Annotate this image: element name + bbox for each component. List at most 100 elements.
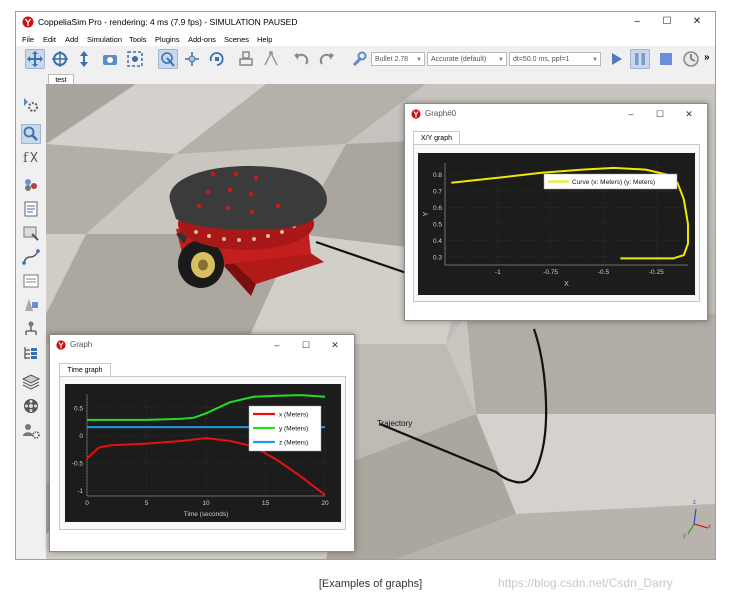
x-tick-label: -0.75 (543, 269, 558, 276)
time-graph-close-button[interactable]: ✕ (327, 338, 343, 352)
physics-engine-button[interactable] (349, 49, 369, 69)
path-edit-button[interactable] (21, 248, 41, 266)
shift-arrows-icon (80, 51, 88, 67)
camera-rotate-button[interactable] (50, 49, 70, 69)
watermark-text: https://blog.csdn.net/Csdn_Darry (498, 576, 673, 590)
list-settings-icon (23, 274, 39, 288)
tab-time-graph[interactable]: Time graph (59, 363, 111, 377)
x-tick-label: -0.25 (649, 269, 664, 276)
menu-add-ons[interactable]: Add-ons (188, 35, 216, 44)
y-tick-label: 0.6 (433, 205, 442, 212)
engine-select[interactable]: Bullet 2.78 ▼ (371, 52, 425, 66)
time-legend-label: x (Meters) (279, 412, 308, 419)
x-tick-label: 5 (145, 500, 149, 507)
object-rotate-button[interactable] (207, 49, 227, 69)
time-graph-maximize-button[interactable]: ☐ (298, 338, 314, 352)
start-simulation-button[interactable] (606, 49, 626, 69)
transfer-dna-button[interactable] (261, 49, 281, 69)
xy-legend-label: Curve (x: Meters) (y: Meters) (572, 179, 655, 186)
click-select-button[interactable] (158, 49, 178, 69)
xy-plot-area: -1 -0.75 -0.5 -0.25 0.8 0.7 0.6 0.5 0.4 0.3 X Y Curv… (418, 153, 695, 295)
xy-graph-minimize-button[interactable]: – (623, 107, 639, 121)
real-time-button[interactable] (681, 49, 701, 69)
camera-opening-button[interactable] (100, 49, 120, 69)
menu-scenes[interactable]: Scenes (224, 35, 249, 44)
video-recorder-button[interactable] (21, 397, 41, 415)
gear-icon (24, 98, 38, 112)
wrench-icon (352, 51, 367, 67)
play-icon (612, 53, 622, 65)
menu-file[interactable]: File (22, 35, 34, 44)
pause-simulation-button[interactable] (630, 49, 650, 69)
path-icon (22, 249, 40, 265)
camera-pan-button[interactable] (25, 49, 45, 69)
minimize-button[interactable]: – (627, 15, 647, 29)
toolbar-overflow-button[interactable]: » (704, 52, 710, 63)
object-list-button[interactable] (21, 344, 41, 362)
fit-to-view-button[interactable] (125, 49, 145, 69)
timestep-select[interactable]: dt=50.0 ms, ppf=1 ▼ (509, 52, 601, 66)
undo-button[interactable] (291, 49, 311, 69)
script-icon (24, 201, 38, 217)
accuracy-select[interactable]: Accurate (default) ▼ (427, 52, 507, 66)
svg-text:f: f (23, 151, 29, 166)
accuracy-value: Accurate (default) (431, 56, 487, 63)
x-tick-label: -0.5 (598, 269, 610, 276)
close-button[interactable]: ✕ (687, 15, 707, 29)
assemble-button[interactable] (236, 49, 256, 69)
shape-edit-icon (23, 226, 39, 241)
scene-hierarchy-button[interactable] (21, 320, 41, 338)
y-axis-label: Y (423, 211, 430, 216)
time-graph-minimize-button[interactable]: – (269, 338, 285, 352)
user-gear-icon (23, 424, 40, 439)
layers-icon (21, 374, 41, 390)
function-icon: f (23, 151, 38, 166)
menu-add[interactable]: Add (65, 35, 78, 44)
redo-button[interactable] (317, 49, 337, 69)
left-toolbar: f (16, 72, 47, 559)
menu-simulation[interactable]: Simulation (87, 35, 122, 44)
shape-edit-button[interactable] (21, 224, 41, 242)
undo-icon (294, 53, 309, 65)
object-shift-button[interactable] (182, 49, 202, 69)
scene-tab-strip (46, 72, 715, 84)
menu-edit[interactable]: Edit (43, 35, 56, 44)
pan-arrows-icon (27, 51, 43, 67)
tab-xy-graph[interactable]: X/Y graph (413, 131, 460, 145)
menu-plugins[interactable]: Plugins (155, 35, 180, 44)
stop-simulation-button[interactable] (656, 49, 676, 69)
maximize-button[interactable]: ☐ (657, 15, 677, 29)
pause-icon (635, 53, 645, 65)
time-graph-window: Graph – ☐ ✕ Time graph 0 5 10 15 20 0.5 0 -0.5 -… (49, 334, 355, 552)
model-browser-icon (25, 299, 38, 311)
menu-help[interactable]: Help (257, 35, 272, 44)
simulation-settings-button[interactable] (21, 96, 41, 114)
y-tick-label: 0.5 (74, 405, 83, 412)
menu-tools[interactable]: Tools (129, 35, 147, 44)
engine-value: Bullet 2.78 (375, 56, 409, 63)
axis-y-label: y (683, 533, 686, 539)
selection-button[interactable] (21, 124, 41, 144)
collection-icon (25, 179, 37, 191)
layers-button[interactable] (21, 372, 41, 390)
scripts-button[interactable] (21, 200, 41, 218)
xy-plot-svg: -1 -0.75 -0.5 -0.25 0.8 0.7 0.6 0.5 0.4 0.3 X Y Curv… (423, 163, 689, 288)
collections-button[interactable] (21, 175, 41, 193)
xy-graph-close-button[interactable]: ✕ (681, 107, 697, 121)
time-graph-title: Graph (70, 340, 93, 349)
xy-graph-window: Graph#0 – ☐ ✕ X/Y graph -1 -0.75 -0.5 -0.25… (404, 103, 708, 321)
trajectory-label: Trajectory (377, 419, 413, 428)
camera-shift-button[interactable] (74, 49, 94, 69)
film-reel-icon (24, 399, 38, 413)
coppeliasim-logo-icon (56, 340, 66, 350)
rotate-icon (52, 51, 68, 67)
model-browser-button[interactable] (21, 296, 41, 314)
xy-graph-maximize-button[interactable]: ☐ (652, 107, 668, 121)
window-title: CoppeliaSim Pro - rendering: 4 ms (7.9 f… (38, 17, 298, 27)
user-config-button[interactable] (21, 422, 41, 440)
user-settings-button[interactable] (21, 272, 41, 290)
coppeliasim-logo-icon (411, 109, 421, 119)
x-tick-label: 20 (321, 500, 329, 507)
calculation-modules-button[interactable]: f (21, 148, 41, 166)
time-plot-area: 0 5 10 15 20 0.5 0 -0.5 -1 Time (seconds) x (Meter… (65, 384, 341, 522)
